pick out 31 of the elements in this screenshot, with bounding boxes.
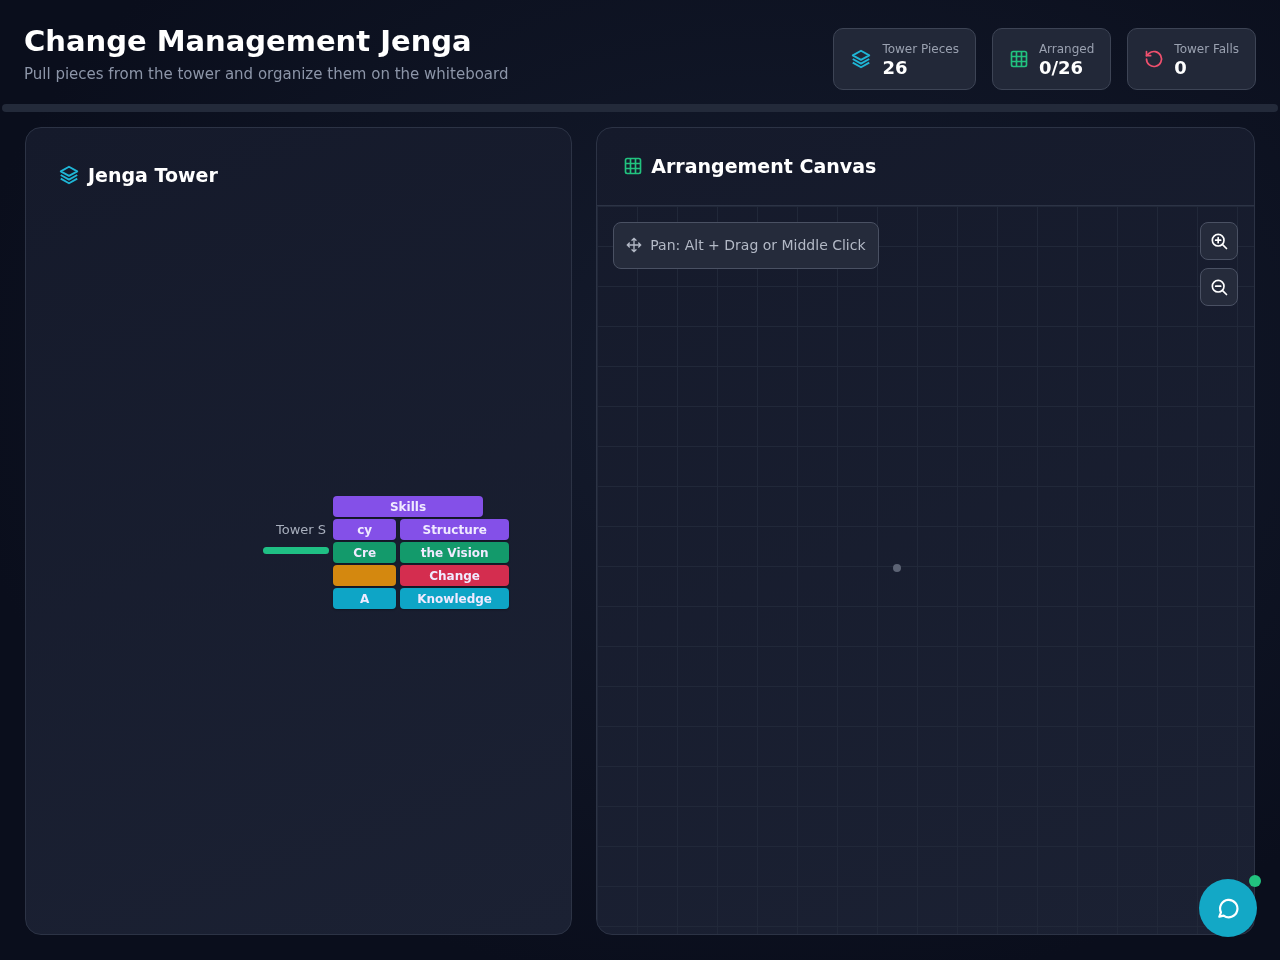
hint-text: Pan: Alt + Drag or Middle Click [650,235,866,255]
page-title: Change Management Jenga [24,24,473,59]
zoom-out-button[interactable] [1200,267,1238,306]
page-subtitle: Pull pieces from the tower and organize them on the whiteboard [24,63,509,85]
canvas-dot [893,563,902,572]
move-icon [626,237,643,253]
panel-title: Jenga Tower [88,163,218,188]
jenga-block[interactable]: A [333,588,397,609]
jenga-block[interactable]: Change [400,565,509,586]
stability-label: Tower S [276,521,327,539]
stat-value: 0/26 [1038,58,1085,78]
rotate-icon [1144,49,1165,69]
stack-icon [850,48,873,70]
jenga-block[interactable] [333,565,397,586]
jenga-block[interactable]: Structure [400,519,509,540]
jenga-block[interactable]: cy [333,519,397,540]
stat-label: Tower Pieces [882,41,959,59]
jenga-block[interactable]: Cre [333,542,397,563]
stat-value: 0 [1174,58,1188,78]
jenga-block[interactable]: Knowledge [400,588,509,609]
zoom-in-button[interactable] [1200,221,1238,260]
stat-label: Arranged [1038,41,1095,59]
panel-title: Arrangement Canvas [651,154,877,179]
grid-icon [623,156,644,177]
stat-value: 26 [882,58,909,78]
grid-icon [1008,49,1029,69]
stack-icon [58,164,80,187]
jenga-block[interactable]: the Vision [400,542,509,563]
stat-label: Tower Falls [1174,41,1239,59]
stability-bar [263,547,329,554]
jenga-block[interactable]: Skills [333,496,483,517]
